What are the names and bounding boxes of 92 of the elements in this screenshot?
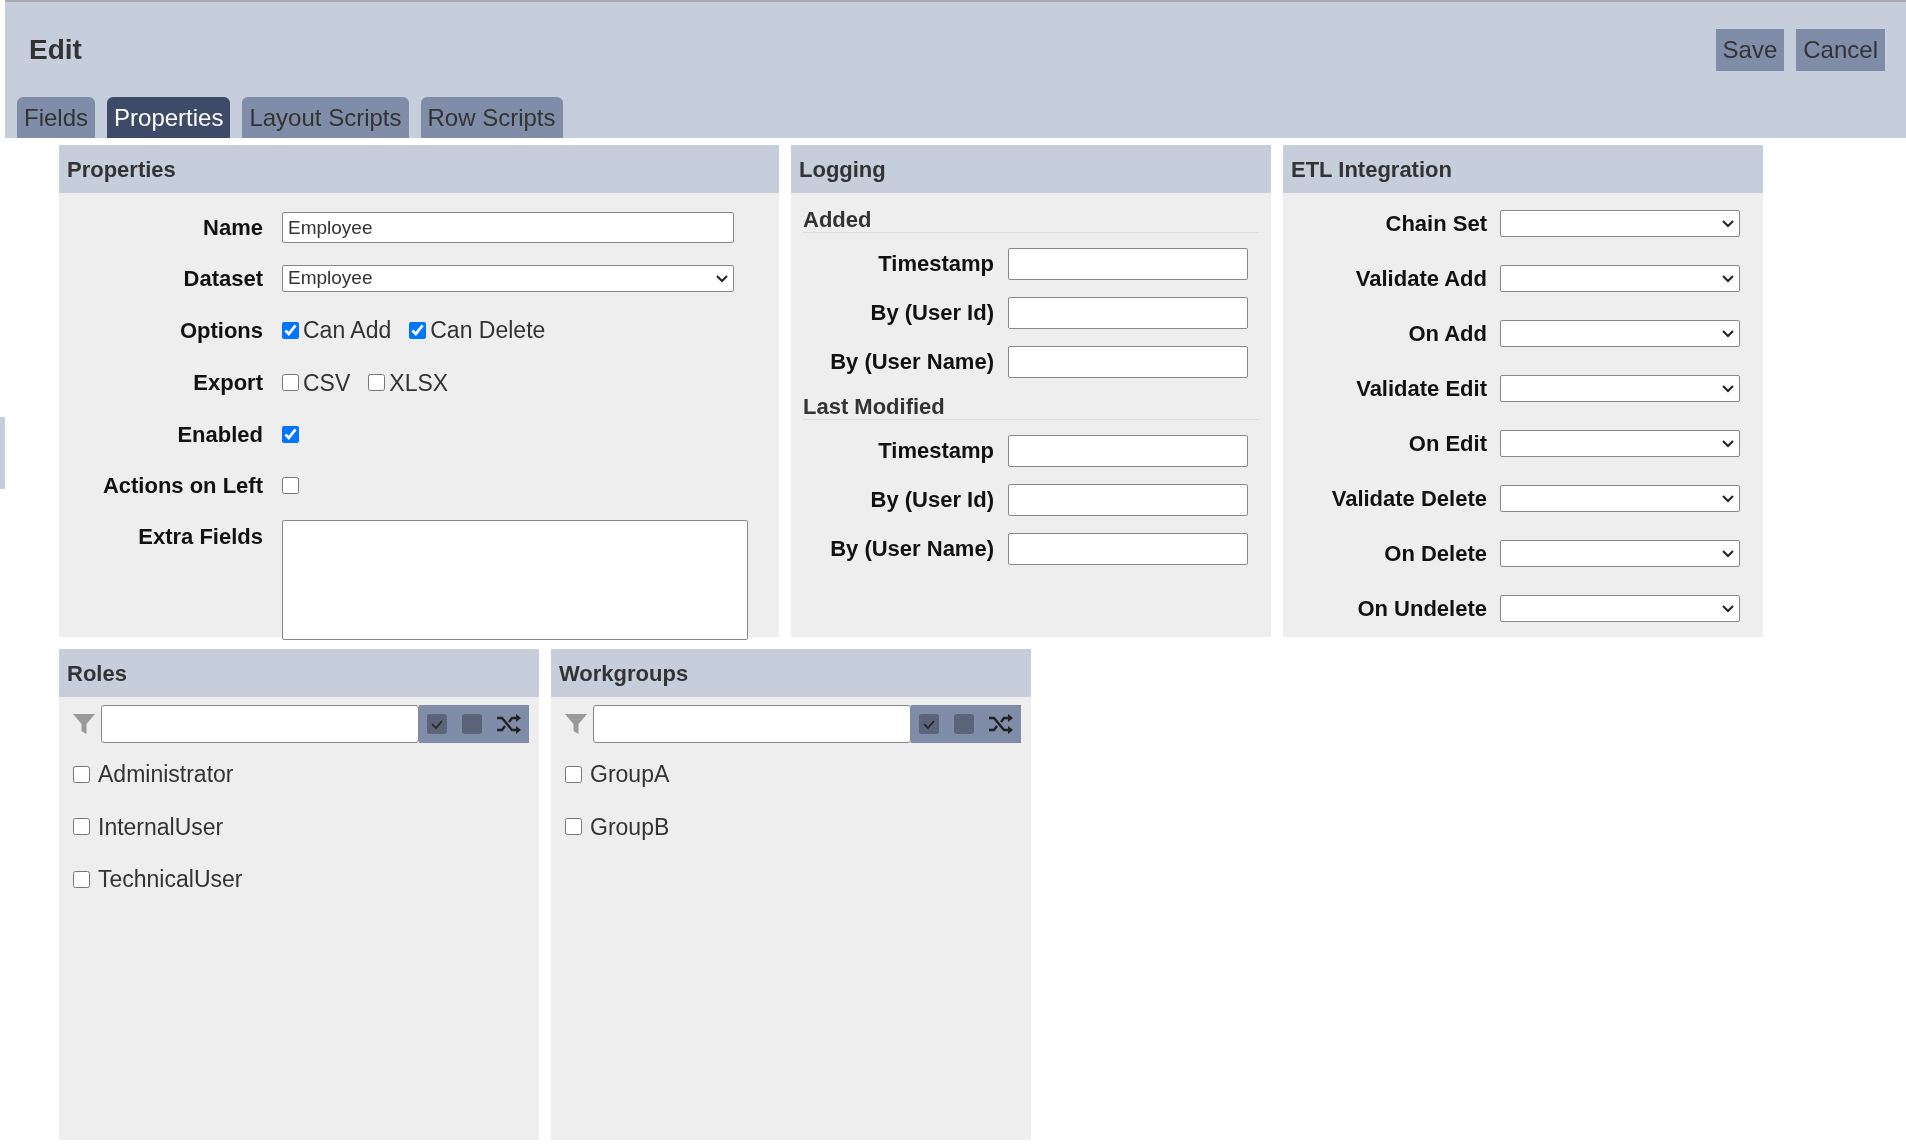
text-field[interactable] [1008, 247, 1248, 280]
field-label: Enabled [176, 421, 263, 449]
caret-icon [1722, 274, 1734, 283]
text-field[interactable] [1008, 296, 1248, 329]
option-label: XLSX [389, 368, 449, 398]
panel-title: Roles [59, 649, 539, 697]
caret-icon [1722, 329, 1734, 338]
filter-icon[interactable] [72, 713, 96, 735]
header-button[interactable]: Save [1715, 28, 1785, 71]
option-label: Can Add [303, 316, 392, 345]
field-label: On Undelete [1356, 595, 1487, 623]
field-label: By (User Id) [869, 486, 994, 514]
select-field[interactable] [1500, 430, 1740, 457]
list-item-label: GroupB [590, 812, 670, 842]
checkbox[interactable] [565, 818, 582, 836]
field-label: Extra Fields [137, 523, 263, 551]
field-label: Validate Delete [1330, 485, 1487, 513]
checkbox[interactable] [282, 477, 299, 494]
header-button[interactable]: Cancel [1796, 28, 1885, 71]
side-marker [0, 417, 5, 489]
filter-field[interactable] [101, 705, 419, 743]
panel-title: Workgroups [551, 649, 1031, 697]
select-field[interactable]: Employee [282, 265, 734, 292]
field-label: Validate Add [1354, 265, 1487, 293]
select-none-icon[interactable] [461, 713, 483, 735]
caret-icon [1722, 549, 1734, 558]
panel-title: ETL Integration [1283, 145, 1763, 193]
field-label: On Delete [1383, 540, 1487, 568]
text-field[interactable] [1008, 532, 1248, 565]
select-field[interactable] [1500, 210, 1740, 237]
checkbox[interactable] [73, 818, 90, 836]
caret-icon [716, 274, 728, 283]
select-field[interactable] [1500, 375, 1740, 402]
shuffle-icon[interactable] [496, 713, 523, 735]
field-label: Dataset [182, 265, 263, 293]
field-label: Timestamp [877, 250, 994, 278]
filter-field[interactable] [593, 705, 911, 743]
select-field[interactable] [1500, 320, 1740, 347]
list-item-label: GroupA [590, 760, 670, 789]
list-item-label: Administrator [98, 760, 234, 789]
list-item-label: InternalUser [98, 812, 224, 842]
field-label: By (User Id) [869, 299, 994, 327]
panel-title: Logging [791, 145, 1271, 193]
select-field[interactable] [1500, 485, 1740, 512]
select-none-icon[interactable] [953, 713, 975, 735]
checkbox[interactable] [73, 765, 90, 783]
tab[interactable]: Row Scripts [420, 97, 563, 138]
tab[interactable]: Properties [107, 97, 231, 138]
caret-icon [1722, 384, 1734, 393]
field-label: Validate Edit [1355, 375, 1487, 403]
text-field[interactable] [1008, 345, 1248, 378]
select-all-icon[interactable] [917, 713, 940, 735]
section-title: Added [803, 203, 1259, 233]
text-field[interactable] [1008, 483, 1248, 516]
field-label: On Add [1407, 320, 1487, 348]
checkbox[interactable] [565, 765, 582, 783]
checkbox[interactable] [73, 870, 90, 888]
select-all-icon[interactable] [425, 713, 448, 735]
option-label: CSV [303, 368, 351, 398]
tab[interactable]: Layout Scripts [242, 97, 409, 138]
text-field[interactable]: Employee [282, 212, 734, 243]
field-label: Timestamp [877, 437, 994, 465]
field-label: By (User Name) [829, 535, 994, 563]
field-label: Chain Set [1384, 210, 1487, 238]
shuffle-icon[interactable] [988, 713, 1015, 735]
checkbox[interactable] [282, 321, 299, 339]
list-item-label: TechnicalUser [98, 865, 243, 894]
checkbox[interactable] [409, 321, 427, 339]
section-title: Last Modified [803, 390, 1259, 420]
caret-icon [1722, 439, 1734, 448]
option-label: Can Delete [430, 316, 546, 345]
text-field[interactable] [1008, 434, 1248, 467]
checkbox[interactable] [282, 426, 299, 443]
field-label: Export [192, 369, 263, 398]
caret-icon [1722, 494, 1734, 503]
text-area[interactable] [282, 520, 748, 640]
field-label: Options [178, 316, 263, 345]
caret-icon [1722, 219, 1734, 228]
field-label: Name [202, 214, 263, 242]
panel-title: Properties [59, 145, 779, 193]
field-label: By (User Name) [829, 348, 994, 376]
field-label: Actions on Left [101, 472, 263, 500]
caret-icon [1722, 604, 1734, 613]
tab[interactable]: Fields [17, 97, 96, 138]
filter-icon[interactable] [564, 713, 588, 735]
checkbox[interactable] [282, 374, 299, 392]
checkbox[interactable] [368, 374, 386, 392]
field-label: On Edit [1407, 430, 1487, 458]
select-field[interactable] [1500, 265, 1740, 292]
select-field[interactable] [1500, 595, 1740, 622]
page-title: Edit [29, 32, 82, 67]
select-field[interactable] [1500, 540, 1740, 567]
